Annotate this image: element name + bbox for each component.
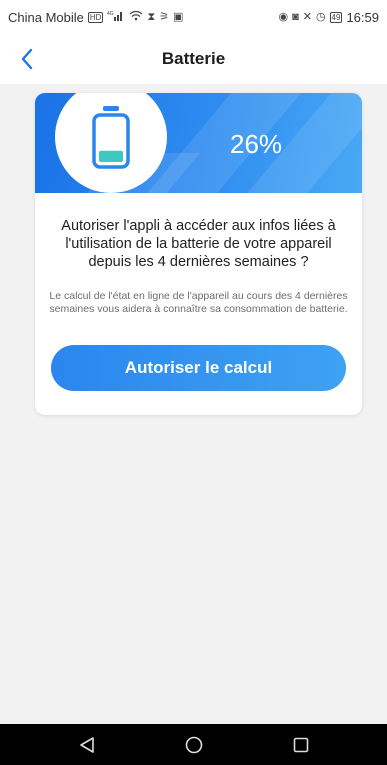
- system-home-button[interactable]: [183, 734, 205, 756]
- clock: 16:59: [346, 9, 379, 25]
- back-button[interactable]: [12, 44, 42, 74]
- battery-status-icon: 49: [329, 11, 343, 23]
- eye-icon: ◉: [278, 10, 289, 23]
- alarm-icon: ◷: [315, 10, 326, 23]
- carrier-name: China Mobile: [8, 9, 84, 25]
- app-notification-icon: ⚞: [159, 10, 170, 23]
- system-back-button[interactable]: [76, 734, 98, 756]
- svg-text:4G: 4G: [107, 11, 114, 17]
- hourglass-icon: ⧗: [147, 10, 156, 23]
- page-title: Batterie: [161, 49, 226, 68]
- back-triangle-icon: [79, 736, 94, 753]
- status-bar: China Mobile HD 4G ⧗ ⚞ ▣ ◉ ◙ ✕ ◷ 49 16:5…: [0, 0, 387, 34]
- signal-icon: 4G: [107, 10, 125, 24]
- permission-explanation: Le calcul de l'état en ligne de l'appare…: [49, 290, 348, 315]
- permission-question: Autoriser l'appli à accéder aux infos li…: [61, 218, 336, 270]
- home-circle-icon: [185, 736, 202, 753]
- status-left: China Mobile HD 4G ⧗ ⚞ ▣: [8, 10, 183, 25]
- battery-banner: 26%: [35, 93, 362, 193]
- battery-icon: [92, 106, 130, 169]
- system-recents-button[interactable]: [290, 734, 312, 756]
- mute-icon: ✕: [302, 10, 312, 23]
- chevron-left-icon: [21, 48, 33, 70]
- mail-icon: ▣: [173, 10, 184, 23]
- hd-icon: HD: [87, 11, 104, 23]
- allow-calculation-button[interactable]: Autoriser le calcul: [51, 345, 346, 391]
- wifi-icon: [129, 10, 143, 24]
- header: Batterie: [0, 34, 387, 84]
- status-right: ◉ ◙ ✕ ◷ 49 16:59: [278, 10, 379, 25]
- nfc-icon: ◙: [292, 10, 299, 23]
- recents-square-icon: [293, 737, 308, 752]
- battery-card: 26% Autoriser l'appli à accéder aux info…: [35, 93, 362, 415]
- battery-percent: 26%: [230, 129, 283, 159]
- system-nav-bar: [0, 724, 387, 765]
